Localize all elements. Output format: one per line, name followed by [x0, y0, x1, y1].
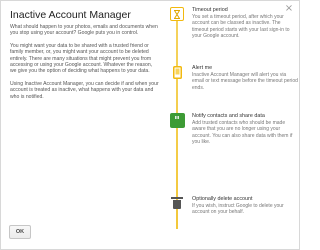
hourglass-icon — [167, 5, 187, 23]
intro-paragraph: Using Inactive Account Manager, you can … — [10, 80, 159, 100]
intro-paragraph: You might want your data to be shared wi… — [10, 42, 153, 75]
inactive-account-dialog: × Inactive Account Manager What should h… — [0, 0, 300, 250]
ok-button[interactable]: OK — [9, 225, 31, 239]
intro-text: What should happen to your photos, email… — [10, 24, 160, 106]
step-title: Notify contacts and share data — [192, 113, 265, 119]
step-description: Inactive Account Manager will alert you … — [192, 72, 298, 91]
step-description: If you wish, instruct Google to delete y… — [192, 203, 284, 216]
steps-timeline: Timeout period You set a timeout period,… — [167, 1, 301, 250]
trash-icon — [167, 194, 187, 212]
dialog-title: Inactive Account Manager — [10, 9, 131, 21]
step-description: Add trusted contacts who should be made … — [192, 120, 293, 145]
phone-icon — [167, 63, 187, 81]
intro-paragraph: What should happen to your photos, email… — [10, 24, 158, 37]
step-title: Alert me — [192, 65, 213, 71]
step-description: You set a timeout period, after which yo… — [192, 14, 290, 39]
quote-icon: " — [167, 111, 187, 129]
step-title: Timeout period — [192, 7, 228, 13]
step-title: Optionally delete account — [192, 196, 253, 202]
